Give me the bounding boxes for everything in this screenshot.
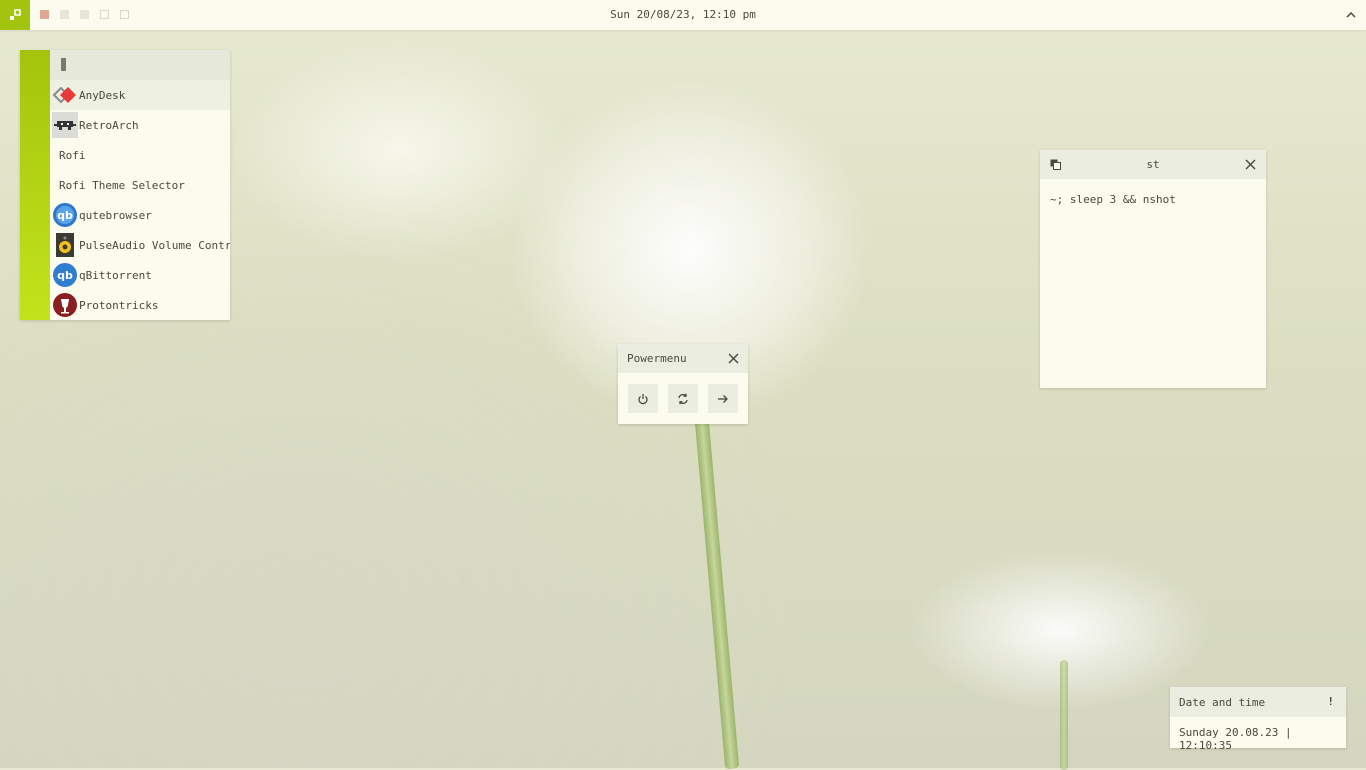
clock[interactable]: Sun 20/08/23, 12:10 pm xyxy=(0,8,1366,21)
launcher-item-label: Protontricks xyxy=(79,298,159,312)
notification-header: Date and time ! xyxy=(1170,687,1346,717)
launcher-sidebar-accent xyxy=(20,50,50,320)
notification-title: Date and time xyxy=(1179,696,1266,709)
launcher-item-label: Rofi Theme Selector xyxy=(59,178,185,192)
urgency-badge: ! xyxy=(1327,695,1334,708)
launcher-item-rofi-theme-selector[interactable]: Rofi Theme Selector xyxy=(50,170,230,200)
launcher-item-qbittorrent[interactable]: qb qBittorrent xyxy=(50,260,230,290)
powermenu-window: Powermenu xyxy=(618,344,748,424)
launcher-item-label: AnyDesk xyxy=(79,88,126,102)
app-launcher: AnyDesk RetroArch Rofi Rofi Theme Select… xyxy=(20,50,230,320)
powermenu-titlebar: Powermenu xyxy=(618,344,748,373)
notification-body: Sunday 20.08.23 | 12:10:35 xyxy=(1179,726,1292,752)
power-icon xyxy=(638,393,648,404)
date-time-notification[interactable]: Date and time ! Sunday 20.08.23 | 12:10:… xyxy=(1170,687,1346,752)
chevron-up-icon[interactable] xyxy=(1344,8,1358,22)
launcher-item-label: PulseAudio Volume Control xyxy=(79,238,230,252)
protontricks-icon xyxy=(52,292,78,318)
logout-button[interactable] xyxy=(708,384,738,413)
launcher-item-rofi[interactable]: Rofi xyxy=(50,140,230,170)
launcher-results-list: AnyDesk RetroArch Rofi Rofi Theme Select… xyxy=(50,80,230,320)
terminal-window[interactable]: st ~; sleep 3 && nshot xyxy=(1040,150,1266,388)
launcher-item-label: qutebrowser xyxy=(79,208,152,222)
qbittorrent-icon: qb xyxy=(52,262,78,288)
qutebrowser-icon: qb xyxy=(52,202,78,228)
flower-stem xyxy=(1060,660,1068,770)
svg-text:qb: qb xyxy=(57,209,73,222)
launcher-item-label: Rofi xyxy=(59,148,86,162)
close-icon[interactable] xyxy=(728,353,739,364)
launcher-item-anydesk[interactable]: AnyDesk xyxy=(50,80,230,110)
retroarch-icon xyxy=(52,112,78,138)
flower-stem xyxy=(693,399,740,770)
anydesk-icon xyxy=(52,82,78,108)
reboot-button[interactable] xyxy=(668,384,698,413)
text-cursor xyxy=(61,58,66,71)
launcher-search-input[interactable] xyxy=(50,50,230,80)
reboot-icon xyxy=(678,393,688,404)
launcher-item-retroarch[interactable]: RetroArch xyxy=(50,110,230,140)
shutdown-button[interactable] xyxy=(628,384,658,413)
terminal-title: st xyxy=(1146,158,1160,171)
top-bar: Sun 20/08/23, 12:10 pm xyxy=(0,0,1366,30)
launcher-item-label: qBittorrent xyxy=(79,268,152,282)
launcher-item-pulseaudio[interactable]: PulseAudio Volume Control xyxy=(50,230,230,260)
terminal-titlebar[interactable]: st xyxy=(1040,150,1266,179)
close-icon[interactable] xyxy=(1245,159,1256,170)
svg-text:qb: qb xyxy=(57,269,73,282)
terminal-output[interactable]: ~; sleep 3 && nshot xyxy=(1040,179,1266,220)
logout-icon xyxy=(718,394,728,403)
launcher-item-protontricks[interactable]: Protontricks xyxy=(50,290,230,320)
launcher-item-label: RetroArch xyxy=(79,118,139,132)
powermenu-title: Powermenu xyxy=(627,352,687,365)
launcher-item-qutebrowser[interactable]: qb qutebrowser xyxy=(50,200,230,230)
pulseaudio-icon xyxy=(52,232,78,258)
